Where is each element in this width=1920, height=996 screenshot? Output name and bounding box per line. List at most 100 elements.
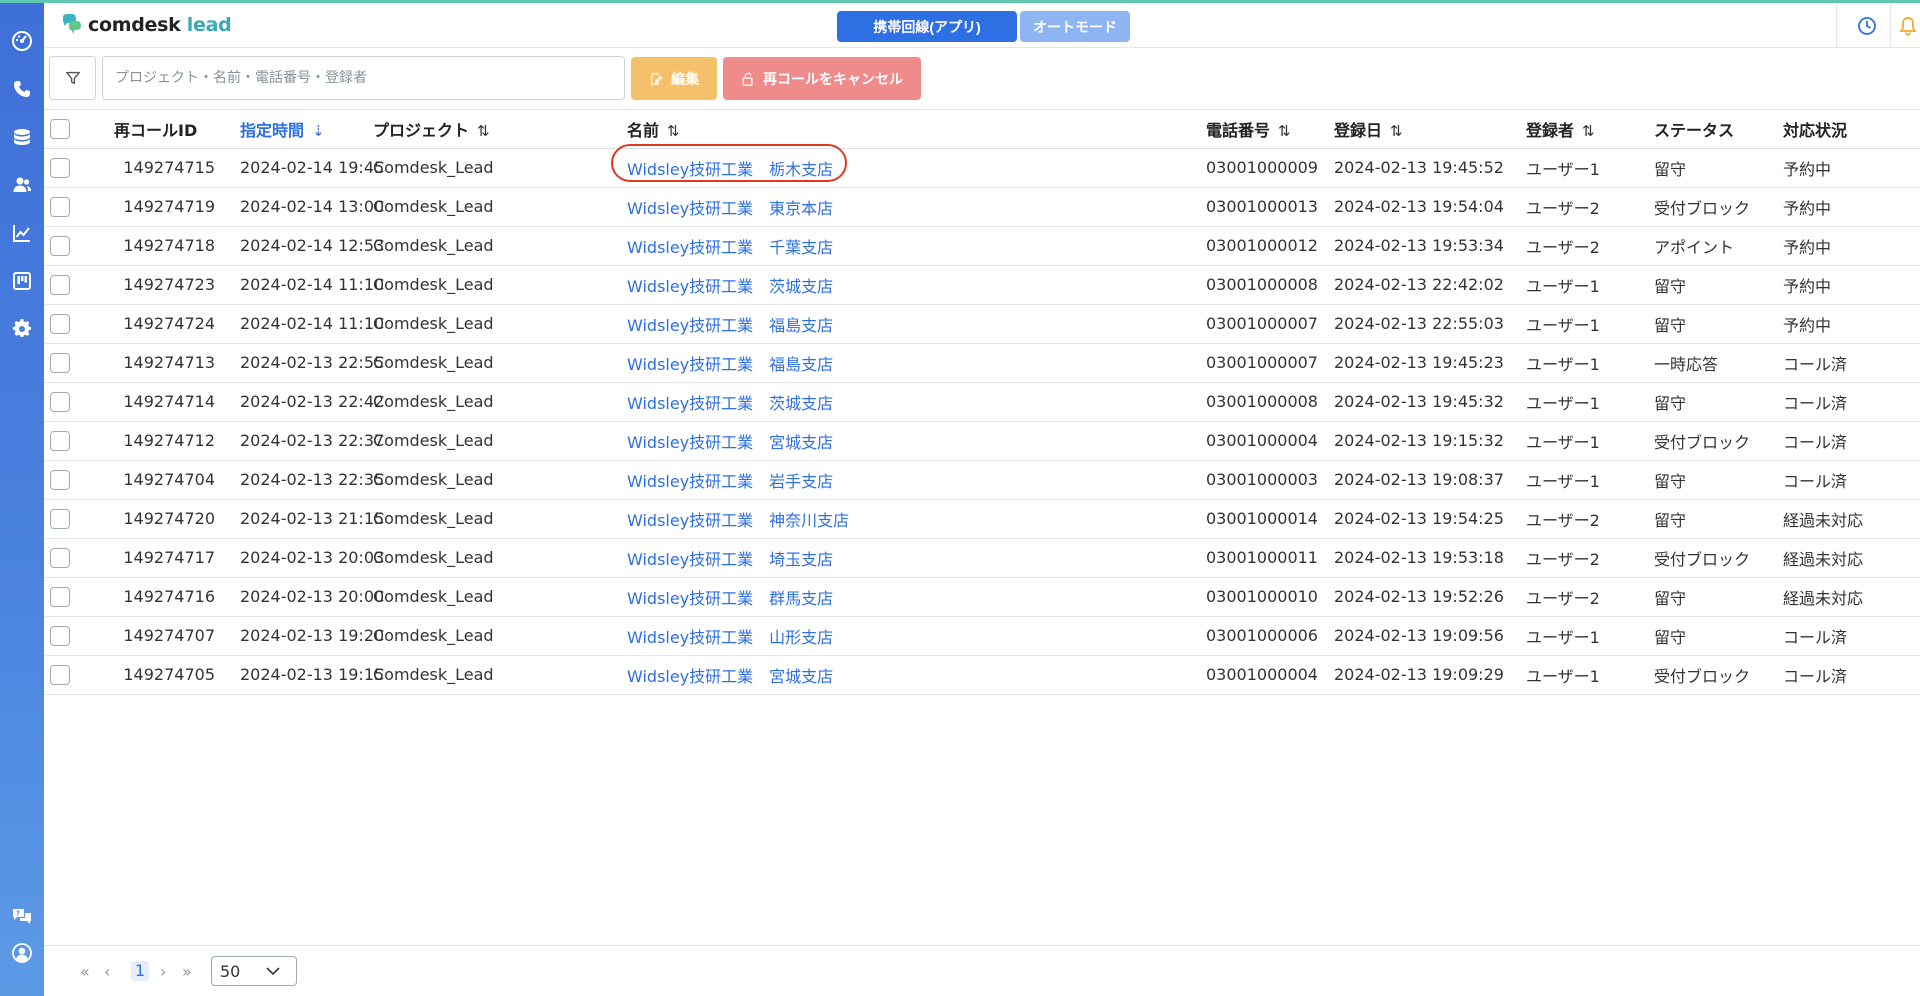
cell-registered: 2024-02-13 19:15:32	[1330, 421, 1522, 461]
next-page-button[interactable]: ›	[160, 962, 166, 981]
row-checkbox[interactable]	[50, 547, 70, 568]
sort-icon[interactable]: ⇅	[1390, 122, 1403, 140]
edit-button[interactable]: 編集	[631, 57, 717, 100]
branch-link[interactable]: 茨城支店	[769, 394, 833, 413]
table-row[interactable]: 149274716 2024-02-13 20:00 Comdesk_Lead Wid…	[44, 577, 1920, 617]
company-link[interactable]: Widsley技研工業	[627, 238, 753, 257]
company-link[interactable]: Widsley技研工業	[627, 160, 753, 179]
table-row[interactable]: 149274724 2024-02-14 11:10 Comdesk_Lead Wid…	[44, 304, 1920, 344]
company-link[interactable]: Widsley技研工業	[627, 550, 753, 569]
settings-icon[interactable]	[10, 317, 34, 341]
prev-page-button[interactable]: ‹	[104, 962, 110, 981]
sort-descending-icon[interactable]: ⇣	[312, 122, 325, 140]
sort-icon[interactable]: ⇅	[1278, 122, 1291, 140]
users-icon[interactable]	[10, 173, 34, 197]
table-row[interactable]: 149274718 2024-02-14 12:53 Comdesk_Lead Wid…	[44, 226, 1920, 266]
dashboard-icon[interactable]	[10, 29, 34, 53]
cell-phone: 03001000011	[1202, 538, 1330, 578]
branch-link[interactable]: 福島支店	[769, 355, 833, 374]
row-checkbox[interactable]	[50, 352, 70, 373]
history-clock-icon[interactable]	[1856, 15, 1878, 37]
table-row[interactable]: 149274723 2024-02-14 11:10 Comdesk_Lead Wid…	[44, 265, 1920, 305]
company-link[interactable]: Widsley技研工業	[627, 628, 753, 647]
name-link-wrap: Widsley技研工業 岩手支店	[627, 468, 833, 492]
sort-icon[interactable]: ⇅	[1582, 122, 1595, 140]
first-page-button[interactable]: «	[80, 962, 90, 981]
app-logo[interactable]: comdesk lead	[60, 13, 232, 37]
branch-link[interactable]: 宮城支店	[769, 433, 833, 452]
last-page-button[interactable]: »	[182, 962, 192, 981]
branch-link[interactable]: 岩手支店	[769, 472, 833, 491]
column-header-time[interactable]: 指定時間	[240, 121, 304, 140]
row-checkbox[interactable]	[50, 274, 70, 295]
column-header-name[interactable]: 名前	[627, 121, 659, 140]
row-checkbox[interactable]	[50, 664, 70, 685]
table-row[interactable]: 149274704 2024-02-13 22:35 Comdesk_Lead Wid…	[44, 460, 1920, 500]
search-input[interactable]	[102, 56, 625, 100]
row-checkbox[interactable]	[50, 196, 70, 217]
row-checkbox[interactable]	[50, 625, 70, 646]
company-link[interactable]: Widsley技研工業	[627, 472, 753, 491]
table-row[interactable]: 149274705 2024-02-13 19:15 Comdesk_Lead Wid…	[44, 655, 1920, 695]
row-checkbox[interactable]	[50, 157, 70, 178]
row-checkbox[interactable]	[50, 235, 70, 256]
row-checkbox[interactable]	[50, 430, 70, 451]
filter-button[interactable]	[49, 56, 96, 100]
phone-icon[interactable]	[10, 77, 34, 101]
column-header-id[interactable]: 再コールID	[114, 121, 197, 140]
branch-link[interactable]: 宮城支店	[769, 667, 833, 686]
branch-link[interactable]: 福島支店	[769, 316, 833, 335]
company-link[interactable]: Widsley技研工業	[627, 355, 753, 374]
cell-registrant: ユーザー1	[1522, 382, 1650, 422]
board-icon[interactable]	[10, 269, 34, 293]
company-link[interactable]: Widsley技研工業	[627, 433, 753, 452]
cell-time: 2024-02-13 20:00	[221, 577, 384, 617]
table-row[interactable]: 149274719 2024-02-14 13:00 Comdesk_Lead Wid…	[44, 187, 1920, 227]
sort-icon[interactable]: ⇅	[477, 122, 490, 140]
row-checkbox[interactable]	[50, 391, 70, 412]
table-row[interactable]: 149274712 2024-02-13 22:37 Comdesk_Lead Wid…	[44, 421, 1920, 461]
branch-link[interactable]: 千葉支店	[769, 238, 833, 257]
branch-link[interactable]: 茨城支店	[769, 277, 833, 296]
table-row[interactable]: 149274714 2024-02-13 22:42 Comdesk_Lead Wid…	[44, 382, 1920, 422]
column-header-project[interactable]: プロジェクト	[373, 121, 469, 140]
company-link[interactable]: Widsley技研工業	[627, 277, 753, 296]
row-checkbox[interactable]	[50, 586, 70, 607]
company-link[interactable]: Widsley技研工業	[627, 511, 753, 530]
branch-link[interactable]: 群馬支店	[769, 589, 833, 608]
company-link[interactable]: Widsley技研工業	[627, 589, 753, 608]
mobile-line-mode-button[interactable]: 携帯回線(アプリ)	[837, 11, 1017, 42]
table-row[interactable]: 149274717 2024-02-13 20:03 Comdesk_Lead Wid…	[44, 538, 1920, 578]
table-row[interactable]: 149274715 2024-02-14 19:45 Comdesk_Lead Wid…	[44, 143, 1920, 188]
company-link[interactable]: Widsley技研工業	[627, 667, 753, 686]
row-checkbox[interactable]	[50, 508, 70, 529]
table-row[interactable]: 149274713 2024-02-13 22:55 Comdesk_Lead Wid…	[44, 343, 1920, 383]
database-icon[interactable]	[10, 125, 34, 149]
chart-icon[interactable]	[10, 221, 34, 245]
select-all-checkbox[interactable]	[50, 119, 70, 139]
cancel-recall-button[interactable]: 再コールをキャンセル	[723, 57, 921, 100]
branch-link[interactable]: 東京本店	[769, 199, 833, 218]
help-chat-icon[interactable]: ?	[10, 905, 34, 929]
row-checkbox[interactable]	[50, 313, 70, 334]
column-header-registered[interactable]: 登録日	[1334, 121, 1382, 140]
branch-link[interactable]: 栃木支店	[769, 160, 833, 179]
branch-link[interactable]: 山形支店	[769, 628, 833, 647]
cell-name: Widsley技研工業 東京本店	[619, 187, 1202, 227]
row-checkbox[interactable]	[50, 469, 70, 490]
auto-mode-button[interactable]: オートモード	[1020, 11, 1130, 42]
company-link[interactable]: Widsley技研工業	[627, 199, 753, 218]
branch-link[interactable]: 埼玉支店	[769, 550, 833, 569]
notification-bell-icon[interactable]	[1897, 15, 1919, 37]
company-link[interactable]: Widsley技研工業	[627, 394, 753, 413]
column-header-registrant[interactable]: 登録者	[1526, 121, 1574, 140]
branch-link[interactable]: 神奈川支店	[769, 511, 849, 530]
sort-icon[interactable]: ⇅	[667, 122, 680, 140]
page-size-select[interactable]: 50	[211, 956, 297, 986]
account-icon[interactable]	[10, 941, 34, 965]
current-page[interactable]: 1	[131, 961, 149, 981]
column-header-phone[interactable]: 電話番号	[1206, 121, 1270, 140]
table-row[interactable]: 149274720 2024-02-13 21:15 Comdesk_Lead Wid…	[44, 499, 1920, 539]
table-row[interactable]: 149274707 2024-02-13 19:20 Comdesk_Lead Wid…	[44, 616, 1920, 656]
company-link[interactable]: Widsley技研工業	[627, 316, 753, 335]
